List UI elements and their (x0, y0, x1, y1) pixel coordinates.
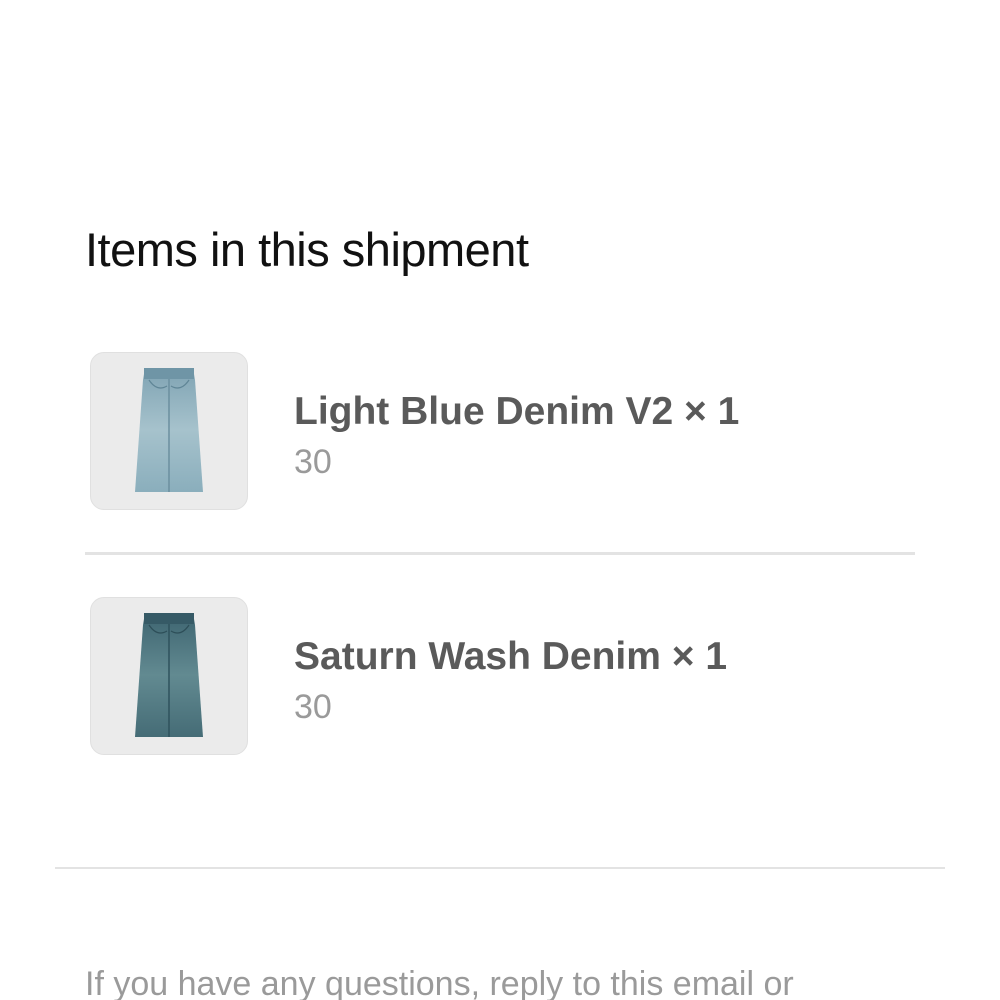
shipment-email-page: Items in this shipment Light Blue Denim … (0, 0, 1000, 1000)
shipment-item: Light Blue Denim V2 × 1 30 (85, 352, 915, 517)
item-name: Light Blue Denim V2 × 1 (294, 390, 740, 433)
item-size: 30 (294, 688, 332, 726)
footer-help-text: If you have any questions, reply to this… (85, 965, 794, 1000)
shipment-item: Saturn Wash Denim × 1 30 (85, 597, 915, 762)
item-name: Saturn Wash Denim × 1 (294, 635, 728, 678)
product-image (90, 352, 248, 510)
item-size: 30 (294, 443, 332, 481)
item-divider (85, 552, 915, 555)
denim-skirt-icon (135, 368, 203, 492)
section-title: Items in this shipment (85, 223, 529, 276)
section-divider (55, 867, 945, 869)
denim-skirt-icon (135, 613, 203, 737)
product-image (90, 597, 248, 755)
